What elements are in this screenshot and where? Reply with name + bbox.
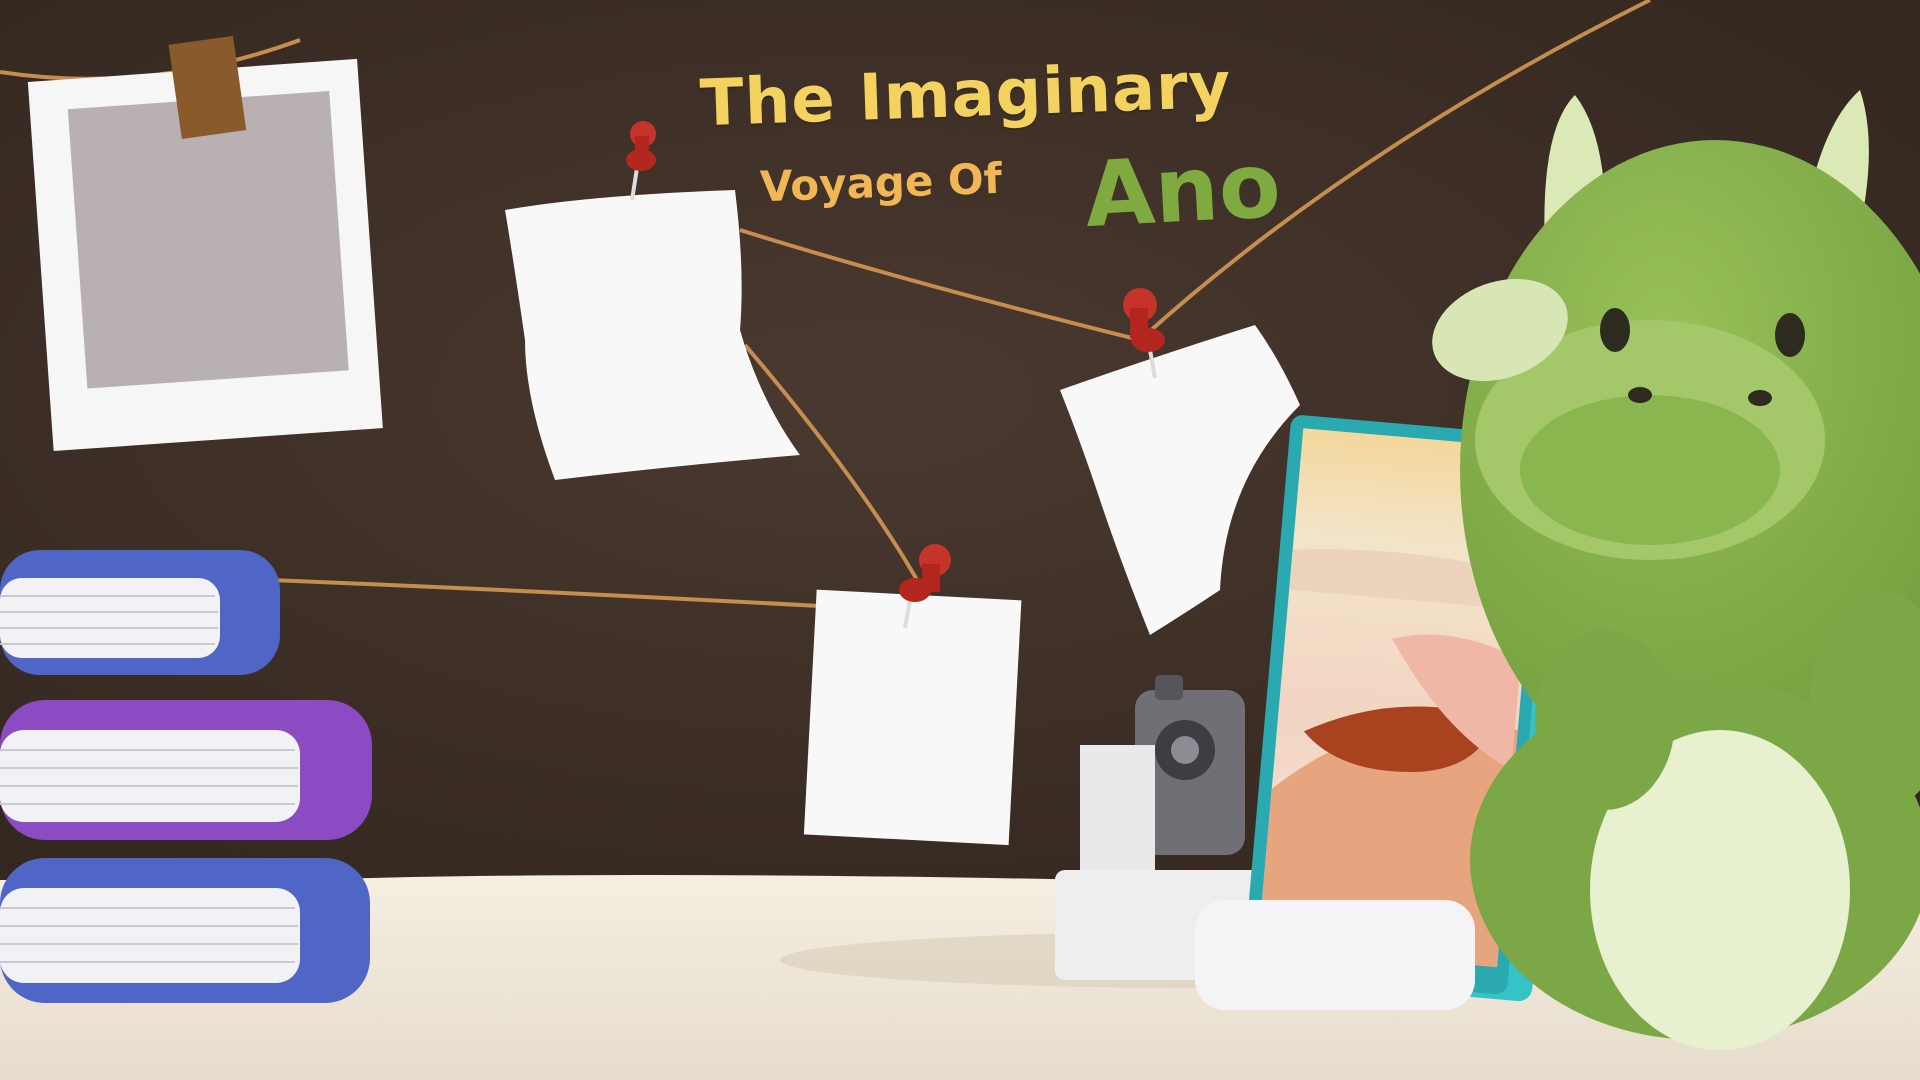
- paper-note-3: [803, 589, 1022, 846]
- scene: [0, 0, 1920, 1080]
- phone-stand-front: [1195, 900, 1475, 1010]
- tape-strip: [168, 35, 247, 139]
